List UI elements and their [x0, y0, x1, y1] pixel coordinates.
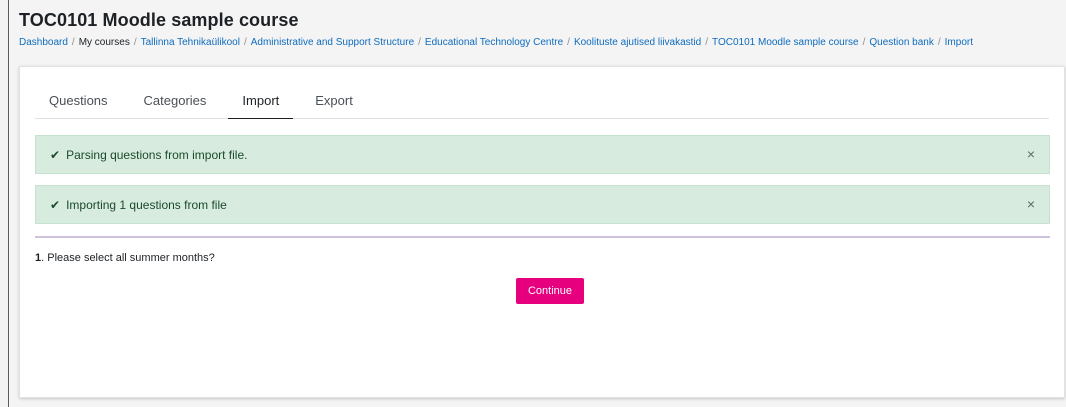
breadcrumb-course[interactable]: TOC0101 Moodle sample course [712, 37, 859, 48]
check-icon: ✔ [50, 197, 61, 212]
close-icon[interactable]: × [1027, 147, 1035, 161]
close-icon[interactable]: × [1027, 197, 1035, 211]
breadcrumb-separator: / [243, 37, 247, 48]
alert-message: Importing 1 questions from file [66, 197, 227, 212]
question-text: Please select all summer months? [47, 252, 215, 264]
breadcrumb-separator: / [567, 37, 570, 48]
breadcrumb: Dashboard / My courses / Tallinna Tehnikaüli… [19, 37, 1066, 48]
breadcrumb-edtech-centre[interactable]: Educational Technology Centre [425, 37, 563, 48]
tab-export[interactable]: Export [301, 93, 367, 119]
success-alert-importing: ✔ Importing 1 questions from file × [35, 185, 1050, 224]
breadcrumb-separator: / [862, 37, 866, 48]
breadcrumb-separator: / [133, 37, 137, 48]
page-title: TOC0101 Moodle sample course [19, 10, 299, 30]
tab-bar: Questions Categories Import Export [35, 93, 1049, 119]
success-alert-parsing: ✔ Parsing questions from import file. × [35, 135, 1050, 174]
breadcrumb-separator: / [71, 37, 75, 48]
page-header: TOC0101 Moodle sample course Dashboard / M… [19, 10, 1066, 48]
main-card: Questions Categories Import Export ✔ Par… [19, 66, 1065, 398]
tab-categories[interactable]: Categories [130, 93, 221, 119]
breadcrumb-import[interactable]: Import [945, 37, 973, 48]
breadcrumb-dashboard[interactable]: Dashboard [19, 37, 68, 48]
alert-message: Parsing questions from import file. [66, 147, 248, 162]
question-number: 1 [35, 252, 42, 264]
breadcrumb-university[interactable]: Tallinna Tehnikaülikool [141, 37, 240, 48]
breadcrumb-my-courses: My courses [78, 37, 130, 48]
check-icon: ✔ [50, 147, 61, 162]
page-frame: TOC0101 Moodle sample course Dashboard / M… [8, 0, 1066, 407]
breadcrumb-sandboxes[interactable]: Koolituste ajutised liivakastid [574, 37, 701, 48]
breadcrumb-separator: / [937, 37, 941, 48]
imported-question: 1. Please select all summer months? [35, 252, 215, 264]
breadcrumb-separator: / [705, 37, 709, 48]
breadcrumb-admin-structure[interactable]: Administrative and Support Structure [251, 37, 414, 48]
tab-import[interactable]: Import [228, 93, 294, 119]
breadcrumb-separator: / [418, 37, 421, 48]
breadcrumb-question-bank[interactable]: Question bank [869, 37, 934, 48]
continue-button[interactable]: Continue [516, 278, 584, 304]
section-divider [35, 236, 1050, 238]
tab-questions[interactable]: Questions [35, 93, 122, 119]
